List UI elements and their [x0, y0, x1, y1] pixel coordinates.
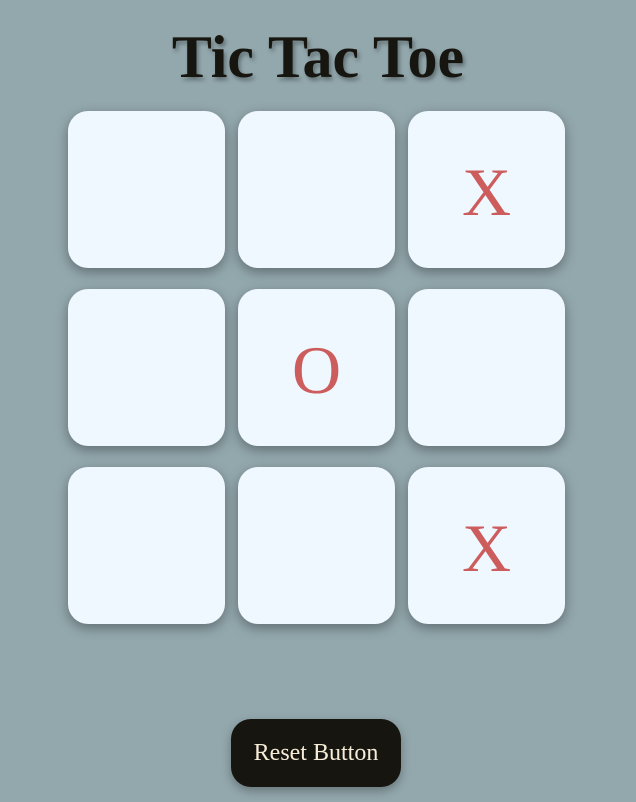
board-cell-7[interactable]: [68, 467, 225, 624]
board-cell-2[interactable]: [238, 111, 395, 268]
page-title: Tic Tac Toe: [171, 24, 465, 90]
board-cell-4[interactable]: [68, 289, 225, 446]
board-cell-6[interactable]: [408, 289, 565, 446]
board-cell-5[interactable]: O: [238, 289, 395, 446]
board-cell-1[interactable]: [68, 111, 225, 268]
board-cell-8[interactable]: [238, 467, 395, 624]
game-board: X O X: [68, 111, 565, 624]
board-cell-9[interactable]: X: [408, 467, 565, 624]
board-cell-3[interactable]: X: [408, 111, 565, 268]
reset-button[interactable]: Reset Button: [231, 719, 401, 787]
